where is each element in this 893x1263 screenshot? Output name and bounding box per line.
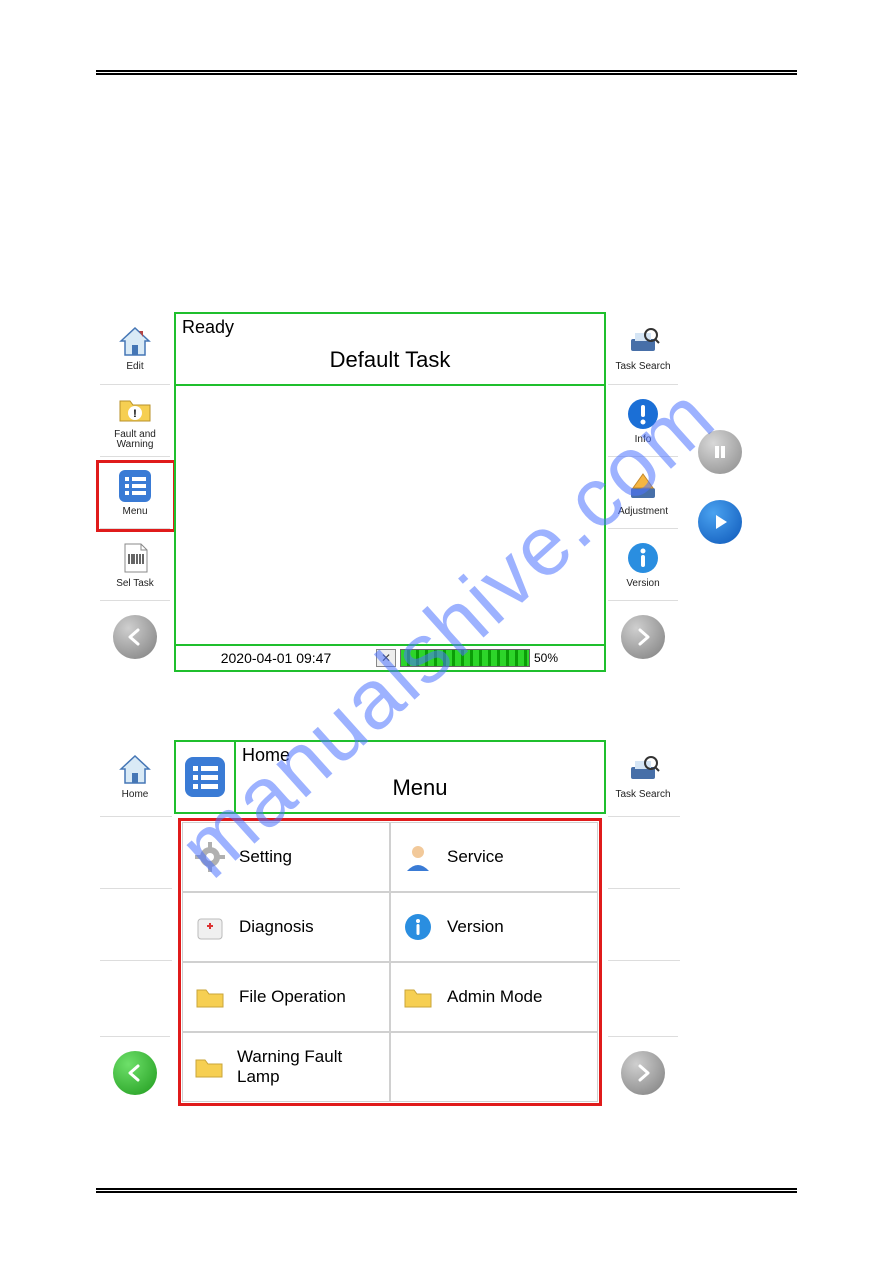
- menu-item-empty: [390, 1032, 598, 1102]
- screenshot-menu: Home Home Menu Task Search: [100, 740, 720, 1110]
- edit-button[interactable]: Edit: [100, 312, 170, 384]
- menu-grid: Setting Service Diagnosis Version File O…: [182, 822, 598, 1102]
- left-toolbar-2: Home: [100, 740, 172, 812]
- status-header: Ready Default Task: [174, 312, 606, 386]
- home-button[interactable]: Home: [100, 740, 170, 812]
- menu-item-label: File Operation: [239, 987, 346, 1007]
- info-i-icon: [401, 910, 435, 944]
- folder-icon: [193, 1050, 225, 1084]
- adjustment-button[interactable]: Adjustment: [608, 456, 678, 528]
- task-canvas: [174, 386, 606, 646]
- adjustment-label: Adjustment: [618, 507, 668, 518]
- arrow-right-icon: [621, 1051, 665, 1095]
- folder-icon: [193, 980, 227, 1014]
- menu-item-label: Diagnosis: [239, 917, 314, 937]
- version-label: Version: [626, 579, 659, 590]
- right-toolbar-2: Task Search: [608, 740, 680, 812]
- footer-bar: 2020-04-01 09:47 ✕ 50%: [174, 644, 606, 672]
- info-button[interactable]: Info: [608, 384, 678, 456]
- house-icon: [117, 323, 153, 359]
- forward-button-2[interactable]: [608, 1036, 678, 1108]
- menu-item-label: Version: [447, 917, 504, 937]
- pause-button[interactable]: [684, 422, 756, 482]
- menu-item-service[interactable]: Service: [390, 822, 598, 892]
- sel-task-label: Sel Task: [116, 579, 154, 590]
- info-i-icon: [625, 540, 661, 576]
- menu-item-warning-fault-lamp[interactable]: Warning Fault Lamp: [182, 1032, 390, 1102]
- menu-button[interactable]: Menu: [100, 456, 170, 528]
- menu-title: Menu: [236, 769, 604, 805]
- forward-button[interactable]: [608, 600, 678, 672]
- play-icon: [698, 500, 742, 544]
- task-title: Default Task: [176, 341, 604, 377]
- menu-item-diagnosis[interactable]: Diagnosis: [182, 892, 390, 962]
- house-icon: [117, 751, 153, 787]
- task-search-button[interactable]: Task Search: [608, 312, 678, 384]
- arrow-right-icon: [621, 615, 665, 659]
- version-button[interactable]: Version: [608, 528, 678, 600]
- printer-search-icon: [625, 323, 661, 359]
- fault-warning-button[interactable]: ! Fault and Warning: [100, 384, 170, 456]
- left-empty-slots: [100, 816, 172, 1036]
- datetime-text: 2020-04-01 09:47: [176, 650, 376, 666]
- gear-icon: [193, 840, 227, 874]
- svg-text:!: !: [133, 408, 137, 420]
- menu-header-icon: [176, 742, 236, 812]
- person-icon: [401, 840, 435, 874]
- menu-item-label: Warning Fault Lamp: [237, 1047, 379, 1087]
- menu-item-setting[interactable]: Setting: [182, 822, 390, 892]
- back-button[interactable]: [100, 600, 170, 672]
- medkit-icon: [193, 910, 227, 944]
- cancel-progress-button[interactable]: ✕: [376, 649, 396, 667]
- menu-item-label: Service: [447, 847, 504, 867]
- adjustment-icon: [625, 468, 661, 504]
- info-label: Info: [635, 435, 652, 446]
- pause-icon: [698, 430, 742, 474]
- progress-bar: [400, 649, 530, 667]
- menu-label: Menu: [122, 507, 147, 518]
- fault-warning-label: Fault and Warning: [100, 430, 170, 451]
- edit-label: Edit: [126, 362, 143, 373]
- status-text: Ready: [176, 314, 604, 341]
- list-menu-icon: [117, 468, 153, 504]
- screenshot-ready: Edit ! Fault and Warning Menu Sel Task: [100, 312, 720, 682]
- menu-item-label: Setting: [239, 847, 292, 867]
- menu-item-file-operation[interactable]: File Operation: [182, 962, 390, 1032]
- folder-icon: [401, 980, 435, 1014]
- task-search-button-2[interactable]: Task Search: [608, 740, 678, 812]
- task-search-label-2: Task Search: [615, 790, 670, 801]
- menu-header: Home Menu: [174, 740, 606, 814]
- menu-item-label: Admin Mode: [447, 987, 542, 1007]
- left-toolbar: Edit ! Fault and Warning Menu Sel Task: [100, 312, 172, 672]
- play-button[interactable]: [684, 482, 756, 562]
- back-button-green[interactable]: [100, 1036, 170, 1108]
- folder-warning-icon: !: [117, 391, 153, 427]
- media-controls: [684, 422, 756, 562]
- info-exclaim-icon: [625, 396, 661, 432]
- arrow-left-icon: [113, 1051, 157, 1095]
- progress-percent: 50%: [534, 651, 558, 665]
- breadcrumb-text: Home: [236, 742, 604, 769]
- arrow-left-icon: [113, 615, 157, 659]
- menu-item-version[interactable]: Version: [390, 892, 598, 962]
- task-search-label: Task Search: [615, 362, 670, 373]
- menu-item-admin-mode[interactable]: Admin Mode: [390, 962, 598, 1032]
- right-toolbar: Task Search Info Adjustment Version: [608, 312, 680, 672]
- home-label: Home: [122, 790, 149, 801]
- sel-task-button[interactable]: Sel Task: [100, 528, 170, 600]
- printer-search-icon: [625, 751, 661, 787]
- barcode-file-icon: [117, 540, 153, 576]
